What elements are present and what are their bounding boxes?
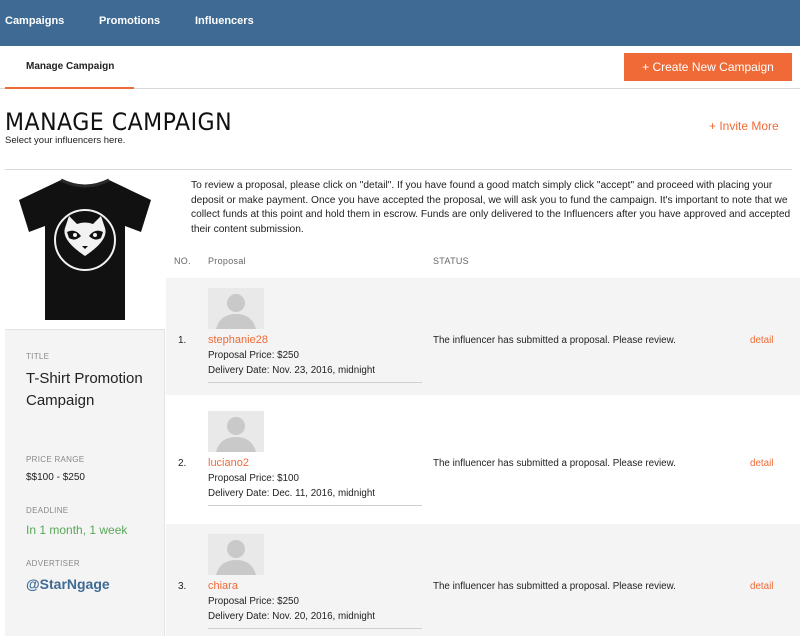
user-placeholder-icon xyxy=(208,534,264,575)
proposal-status: The influencer has submitted a proposal.… xyxy=(433,335,676,346)
page-subtitle: Select your influencers here. xyxy=(5,135,126,146)
proposal-price: Proposal Price: $100 xyxy=(208,473,299,484)
user-placeholder-icon xyxy=(208,288,264,329)
product-image xyxy=(5,170,165,330)
instructions-text: To review a proposal, please click on "d… xyxy=(191,180,791,235)
column-header-proposal: Proposal xyxy=(208,256,246,266)
advertiser-value[interactable]: @StarNgage xyxy=(26,576,110,592)
campaign-title: T-Shirt Promotion Campaign xyxy=(26,370,143,409)
proposal-status: The influencer has submitted a proposal.… xyxy=(433,581,676,592)
table-row: 3. chiara Proposal Price: $250 Delivery … xyxy=(166,524,800,636)
proposal-status: The influencer has submitted a proposal.… xyxy=(433,458,676,469)
table-row: 2. luciano2 Proposal Price: $100 Deliver… xyxy=(166,401,800,518)
influencer-name-link[interactable]: luciano2 xyxy=(208,457,249,469)
divider xyxy=(208,505,422,506)
raccoon-tshirt-image xyxy=(19,178,151,320)
divider xyxy=(208,382,422,383)
divider xyxy=(208,628,422,629)
delivery-date: Delivery Date: Nov. 23, 2016, midnight xyxy=(208,365,375,376)
create-campaign-button[interactable]: + Create New Campaign xyxy=(624,53,792,81)
nav-campaigns[interactable]: Campaigns xyxy=(5,15,64,27)
detail-link[interactable]: detail xyxy=(750,335,773,346)
proposal-price: Proposal Price: $250 xyxy=(208,596,299,607)
row-number: 3. xyxy=(178,581,187,592)
column-header-no: NO. xyxy=(174,256,191,266)
invite-more-link[interactable]: + Invite More xyxy=(709,119,779,133)
table-row: 1. stephanie28 Proposal Price: $250 Deli… xyxy=(166,278,800,395)
row-number: 2. xyxy=(178,458,187,469)
influencer-name-link[interactable]: stephanie28 xyxy=(208,334,268,346)
detail-link[interactable]: detail xyxy=(750,458,773,469)
deadline-value: In 1 month, 1 week xyxy=(26,523,128,537)
tab-manage-campaign[interactable]: Manage Campaign xyxy=(5,46,134,89)
title-label: TITLE xyxy=(26,352,50,361)
price-range-label: PRICE RANGE xyxy=(26,455,85,464)
tab-manage-campaign-label: Manage Campaign xyxy=(26,61,115,72)
top-nav: Campaigns Promotions Influencers xyxy=(0,0,800,46)
price-range-value: $$100 - $250 xyxy=(26,472,85,483)
nav-influencers[interactable]: Influencers xyxy=(195,15,254,27)
detail-link[interactable]: detail xyxy=(750,581,773,592)
deadline-label: DEADLINE xyxy=(26,506,69,515)
nav-promotions[interactable]: Promotions xyxy=(99,15,160,27)
row-number: 1. xyxy=(178,335,187,346)
advertiser-label: ADVERTISER xyxy=(26,559,80,568)
column-header-status: STATUS xyxy=(433,256,469,266)
user-placeholder-icon xyxy=(208,411,264,452)
campaign-sidebar: TITLE T-Shirt Promotion Campaign PRICE R… xyxy=(5,170,165,636)
proposal-price: Proposal Price: $250 xyxy=(208,350,299,361)
page-title: MANAGE CAMPAIGN xyxy=(5,108,233,136)
delivery-date: Delivery Date: Nov. 20, 2016, midnight xyxy=(208,611,375,622)
influencer-name-link[interactable]: chiara xyxy=(208,580,238,592)
sub-nav: Manage Campaign + Create New Campaign xyxy=(0,46,800,89)
delivery-date: Delivery Date: Dec. 11, 2016, midnight xyxy=(208,488,375,499)
